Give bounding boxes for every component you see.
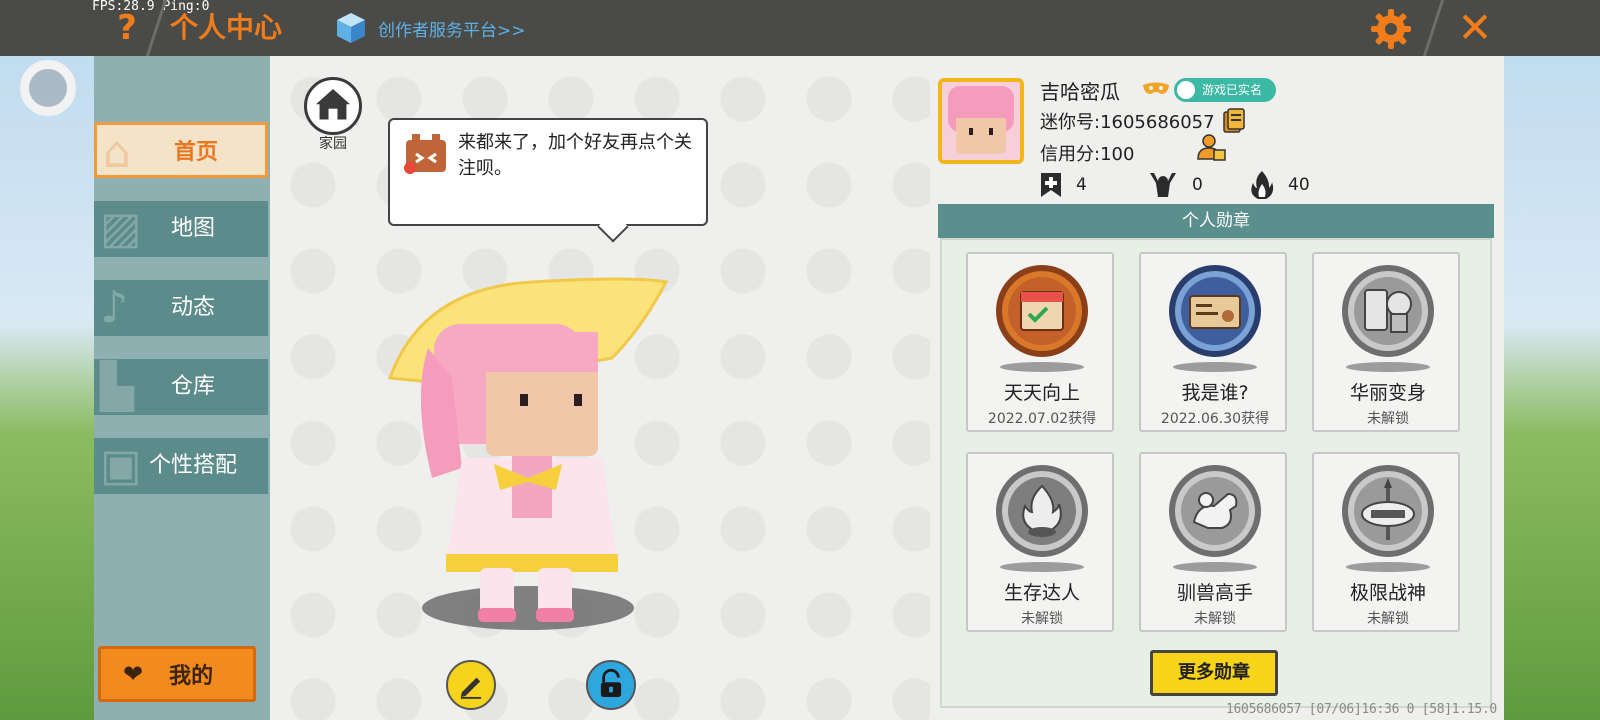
flame-icon	[1251, 171, 1274, 199]
heart-icon: ❤	[123, 660, 144, 688]
beast-tamer-medal-icon	[1169, 465, 1261, 557]
copy-icon[interactable]	[1222, 108, 1246, 134]
id-verified-icon	[1177, 81, 1195, 99]
sidebar: ⌂ 首页 ▨ 地图 ♪ 动态 ▙ 仓库 ▣ 个性搭配	[94, 56, 270, 720]
player-avatar[interactable]	[382, 268, 674, 650]
mascot-face-icon	[404, 134, 446, 174]
stat-value: 40	[1288, 175, 1310, 195]
medal-shadow	[1000, 562, 1084, 572]
badge-card[interactable]: 我是谁? 2022.06.30获得	[1139, 252, 1287, 432]
bookmark-plus-icon	[1041, 173, 1061, 197]
badge-card[interactable]: 极限战神 未解锁	[1312, 452, 1460, 632]
badge-name: 生存达人	[1003, 582, 1080, 604]
badge-status: 2022.06.30获得	[1160, 411, 1270, 427]
medal-shadow	[1173, 362, 1257, 372]
transform-medal-icon	[1342, 265, 1434, 357]
medal-shadow	[1000, 362, 1084, 372]
calendar-medal-icon	[996, 265, 1088, 357]
badge-name: 我是谁?	[1181, 382, 1249, 404]
speech-text: 来都来了，加个好友再点个关注呗。	[458, 132, 692, 179]
sidebar-item-outfit[interactable]: ▣ 个性搭配	[94, 438, 268, 494]
divider	[1422, 0, 1445, 56]
badge-status: 未解锁	[1194, 611, 1236, 627]
home-label: 家园	[319, 136, 347, 152]
badge-name: 驯兽高手	[1176, 582, 1253, 604]
speech-bubble: 来都来了，加个好友再点个关注呗。	[388, 118, 708, 226]
avatar-face-icon	[948, 86, 1014, 154]
footer-version-text: 1605686057 [07/06]16:36 0 [58]1.15.0	[1226, 702, 1497, 717]
mini-id: 迷你号:1605686057	[1040, 112, 1215, 133]
stat-value: 0	[1192, 175, 1203, 195]
username: 吉哈密瓜	[1040, 80, 1120, 104]
help-button[interactable]: ?	[108, 6, 146, 50]
home-garden-icon[interactable]	[304, 77, 362, 135]
top-bar: FPS:28.9 Ping:0 ? 个人中心 创作者服务平台>> ✕	[0, 0, 1600, 56]
profile-avatar[interactable]	[938, 78, 1024, 164]
sidebar-item-warehouse[interactable]: ▙ 仓库	[94, 359, 268, 415]
fire-medal-icon	[996, 465, 1088, 557]
badges-header: 个人勋章	[938, 204, 1494, 238]
mine-button[interactable]: ❤ 我的	[98, 646, 256, 702]
more-badges-button[interactable]: 更多勋章	[1150, 650, 1278, 696]
badge-name: 极限战神	[1349, 582, 1426, 604]
sidebar-item-home[interactable]: ⌂ 首页	[94, 122, 268, 178]
badge-status: 2022.07.02获得	[987, 411, 1097, 427]
sidebar-item-activity[interactable]: ♪ 动态	[94, 280, 268, 336]
medal-shadow	[1173, 562, 1257, 572]
badge-card[interactable]: 天天向上 2022.07.02获得	[966, 252, 1114, 432]
badge-name: 天天向上	[1003, 382, 1080, 404]
stat-popularity: 40	[1250, 170, 1310, 200]
stat-value: 4	[1076, 175, 1087, 195]
app-root: FPS:28.9 Ping:0 ? 个人中心 创作者服务平台>> ✕ ⌂ 首页 …	[0, 0, 1600, 720]
badge-card[interactable]: 驯兽高手 未解锁	[1139, 452, 1287, 632]
sidebar-item-label: 首页	[173, 140, 218, 165]
lock-icon[interactable]	[586, 660, 636, 710]
sidebar-item-label: 动态	[170, 295, 215, 320]
record-button[interactable]	[20, 60, 76, 116]
verified-badge: 游戏已实名	[1174, 78, 1276, 102]
stat-favorites: 4	[1040, 170, 1087, 200]
settings-gear-icon[interactable]	[1368, 6, 1414, 52]
sidebar-item-label: 仓库	[170, 374, 215, 399]
mine-label: 我的	[169, 664, 214, 689]
medal-shadow	[1346, 562, 1430, 572]
badge-status: 未解锁	[1021, 611, 1063, 627]
badge-status: 未解锁	[1367, 611, 1409, 627]
credit-user-icon[interactable]	[1196, 132, 1226, 162]
close-button[interactable]: ✕	[1452, 4, 1498, 52]
sidebar-item-map[interactable]: ▨ 地图	[94, 201, 268, 257]
badge-card[interactable]: 华丽变身 未解锁	[1312, 252, 1460, 432]
stat-fans: 0	[1148, 170, 1203, 200]
sidebar-item-label: 地图	[170, 216, 215, 241]
credit-score: 信用分:100	[1040, 144, 1135, 165]
badge-card[interactable]: 生存达人 未解锁	[966, 452, 1114, 632]
fans-icon	[1150, 173, 1176, 197]
badge-name: 华丽变身	[1349, 382, 1426, 404]
sidebar-item-label: 个性搭配	[148, 453, 237, 478]
cube-icon	[337, 13, 365, 43]
creator-platform-label: 创作者服务平台>>	[378, 20, 526, 41]
boss-medal-icon	[1342, 465, 1434, 557]
page-title: 个人中心	[170, 11, 283, 44]
medal-shadow	[1346, 362, 1430, 372]
creator-platform-link[interactable]: 创作者服务平台>>	[334, 9, 526, 47]
verified-label: 游戏已实名	[1202, 83, 1263, 97]
edit-pencil-icon[interactable]	[446, 660, 496, 710]
id-card-medal-icon	[1169, 265, 1261, 357]
mask-icon	[1143, 82, 1169, 94]
badge-status: 未解锁	[1367, 411, 1409, 427]
